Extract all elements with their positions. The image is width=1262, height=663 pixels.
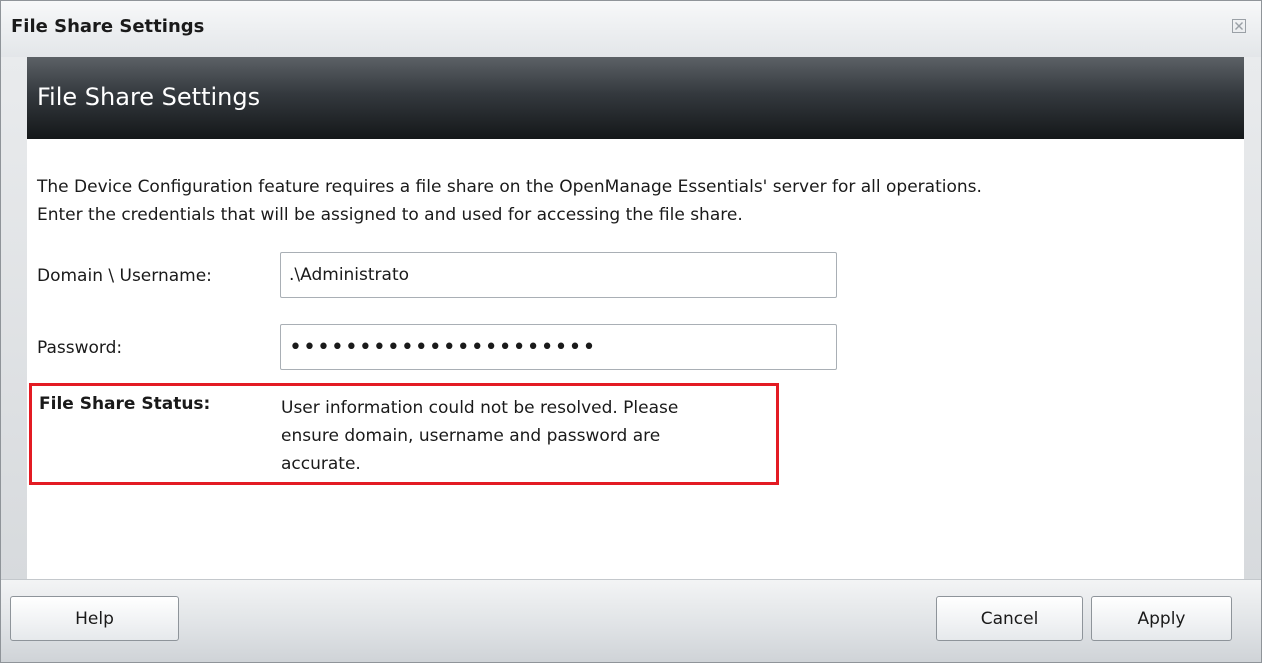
- description-text: The Device Configuration feature require…: [37, 177, 982, 225]
- close-button[interactable]: [1231, 18, 1247, 34]
- password-input[interactable]: [280, 324, 837, 370]
- apply-button[interactable]: Apply: [1091, 596, 1232, 641]
- file-share-status-box: File Share Status: User information coul…: [29, 383, 779, 485]
- header-banner: File Share Settings: [27, 57, 1244, 139]
- header-title: File Share Settings: [37, 83, 261, 111]
- right-frame: [1244, 57, 1261, 579]
- cancel-button[interactable]: Cancel: [936, 596, 1083, 641]
- username-input[interactable]: [280, 252, 837, 298]
- status-message: User information could not be resolved. …: [281, 398, 679, 474]
- close-icon: [1232, 19, 1246, 33]
- left-frame: [1, 57, 27, 579]
- password-label: Password:: [37, 338, 123, 358]
- help-button[interactable]: Help: [10, 596, 179, 641]
- dialog-title: File Share Settings: [11, 16, 205, 37]
- status-label: File Share Status:: [39, 394, 211, 414]
- dialog-content: The Device Configuration feature require…: [27, 139, 1244, 579]
- dialog-titlebar[interactable]: File Share Settings: [1, 1, 1261, 57]
- username-label: Domain \ Username:: [37, 266, 212, 286]
- dialog-footer: Help Cancel Apply: [1, 579, 1261, 662]
- file-share-settings-dialog: File Share Settings File Share Settings …: [0, 0, 1262, 663]
